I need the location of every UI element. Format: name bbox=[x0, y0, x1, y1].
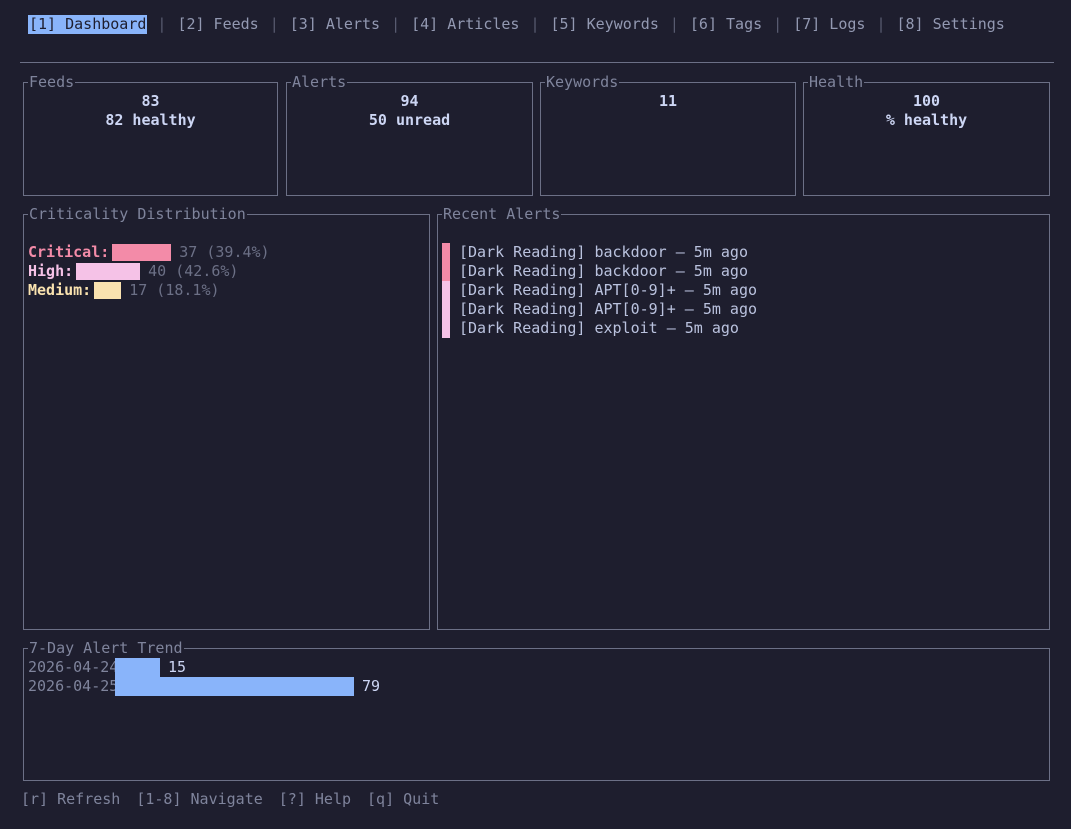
tab-separator: | bbox=[530, 15, 540, 33]
alert-text: [Dark Reading] APT[0-9]+ — 5m ago bbox=[459, 281, 758, 299]
alert-text: [Dark Reading] exploit — 5m ago bbox=[459, 319, 739, 337]
tab-alerts[interactable]: [3] Alerts bbox=[289, 15, 381, 34]
tab-logs[interactable]: [7] Logs bbox=[792, 15, 866, 34]
panel-title: 7-Day Alert Trend bbox=[28, 639, 184, 657]
health-value: 100 bbox=[912, 92, 941, 110]
trend-bar bbox=[115, 658, 160, 677]
criticality-value: 40 (42.6%) bbox=[148, 262, 239, 280]
keywords-count: 11 bbox=[658, 92, 678, 110]
panel-title: Health bbox=[808, 73, 865, 91]
alerts-count: 94 bbox=[400, 92, 419, 110]
panel-title: Recent Alerts bbox=[442, 205, 562, 223]
alert-text: [Dark Reading] backdoor — 5m ago bbox=[459, 243, 748, 261]
alerts-stat-panel: Alerts 94 50 unread bbox=[286, 73, 533, 196]
trend-panel: 7-Day Alert Trend 2026-04-24 15 2026-04-25… bbox=[23, 639, 1050, 781]
criticality-bar bbox=[76, 263, 141, 280]
alert-list-item[interactable]: [Dark Reading] APT[0-9]+ — 5m ago bbox=[442, 281, 757, 300]
trend-date: 2026-04-24 bbox=[28, 658, 119, 676]
quit-hint[interactable]: [q] Quit bbox=[367, 790, 439, 809]
tab-settings[interactable]: [8] Settings bbox=[895, 15, 1005, 34]
tab-separator: | bbox=[876, 15, 886, 33]
criticality-value: 17 (18.1%) bbox=[129, 281, 220, 299]
criticality-bar bbox=[94, 282, 122, 299]
keywords-stat-panel: Keywords 11 bbox=[540, 73, 796, 196]
alerts-unread: 50 unread bbox=[368, 111, 451, 129]
severity-marker bbox=[442, 281, 450, 300]
trend-bar bbox=[115, 677, 354, 696]
tab-separator: | bbox=[157, 15, 167, 33]
trend-list: 2026-04-24 15 2026-04-25 79 bbox=[28, 658, 380, 696]
criticality-row: Medium: 17 (18.1%) bbox=[28, 281, 270, 300]
alert-list-item[interactable]: [Dark Reading] backdoor — 5m ago bbox=[442, 243, 757, 262]
tab-articles[interactable]: [4] Articles bbox=[410, 15, 520, 34]
panel-title: Alerts bbox=[291, 73, 348, 91]
criticality-label: High: bbox=[28, 262, 74, 280]
header-divider bbox=[20, 62, 1054, 63]
feeds-count: 83 bbox=[141, 92, 160, 110]
criticality-bar bbox=[112, 244, 172, 261]
severity-marker bbox=[442, 319, 450, 338]
alert-list-item[interactable]: [Dark Reading] backdoor — 5m ago bbox=[442, 262, 757, 281]
health-unit: % healthy bbox=[885, 111, 968, 129]
feeds-healthy: 82 healthy bbox=[105, 111, 196, 129]
feeds-stat-panel: Feeds 83 82 healthy bbox=[23, 73, 278, 196]
trend-value: 79 bbox=[362, 677, 381, 695]
panel-title: Criticality Distribution bbox=[28, 205, 247, 223]
severity-marker bbox=[442, 262, 450, 281]
alert-text: [Dark Reading] APT[0-9]+ — 5m ago bbox=[459, 300, 758, 318]
criticality-panel: Criticality Distribution Critical: 37 (39… bbox=[23, 205, 430, 630]
tab-bar: [1] Dashboard | [2] Feeds | [3] Alerts |… bbox=[28, 15, 1006, 34]
tab-dashboard[interactable]: [1] Dashboard bbox=[28, 15, 148, 34]
alert-list-item[interactable]: [Dark Reading] exploit — 5m ago bbox=[442, 319, 757, 338]
severity-marker bbox=[442, 243, 450, 262]
tab-keywords[interactable]: [5] Keywords bbox=[550, 15, 660, 34]
tab-separator: | bbox=[669, 15, 679, 33]
navigate-hint: [1-8] Navigate bbox=[136, 790, 263, 808]
criticality-label: Critical: bbox=[28, 243, 110, 261]
criticality-row: Critical: 37 (39.4%) bbox=[28, 243, 270, 262]
recent-alerts-list: [Dark Reading] backdoor — 5m ago [Dark Re… bbox=[442, 243, 757, 338]
criticality-value: 37 (39.4%) bbox=[179, 243, 270, 261]
criticality-label: Medium: bbox=[28, 281, 92, 299]
tab-separator: | bbox=[391, 15, 401, 33]
severity-marker bbox=[442, 300, 450, 319]
refresh-hint[interactable]: [r] Refresh bbox=[21, 790, 120, 809]
trend-row: 2026-04-25 79 bbox=[28, 677, 380, 696]
trend-value: 15 bbox=[168, 658, 187, 676]
alert-list-item[interactable]: [Dark Reading] APT[0-9]+ — 5m ago bbox=[442, 300, 757, 319]
criticality-list: Critical: 37 (39.4%) High: 40 (42.6%) Medium… bbox=[28, 243, 270, 300]
panel-title: Keywords bbox=[545, 73, 620, 91]
help-hint[interactable]: [?] Help bbox=[279, 790, 351, 809]
health-stat-panel: Health 100 % healthy bbox=[803, 73, 1050, 196]
criticality-row: High: 40 (42.6%) bbox=[28, 262, 270, 281]
tab-separator: | bbox=[269, 15, 279, 33]
panel-title: Feeds bbox=[28, 73, 76, 91]
recent-alerts-panel: Recent Alerts [Dark Reading] backdoor — … bbox=[437, 205, 1050, 630]
tab-feeds[interactable]: [2] Feeds bbox=[176, 15, 259, 34]
trend-row: 2026-04-24 15 bbox=[28, 658, 380, 677]
alert-text: [Dark Reading] backdoor — 5m ago bbox=[459, 262, 748, 280]
trend-date: 2026-04-25 bbox=[28, 677, 119, 695]
tab-tags[interactable]: [6] Tags bbox=[689, 15, 763, 34]
key-hints: [r] Refresh [1-8] Navigate [?] Help [q] … bbox=[21, 790, 455, 809]
tab-separator: | bbox=[773, 15, 783, 33]
